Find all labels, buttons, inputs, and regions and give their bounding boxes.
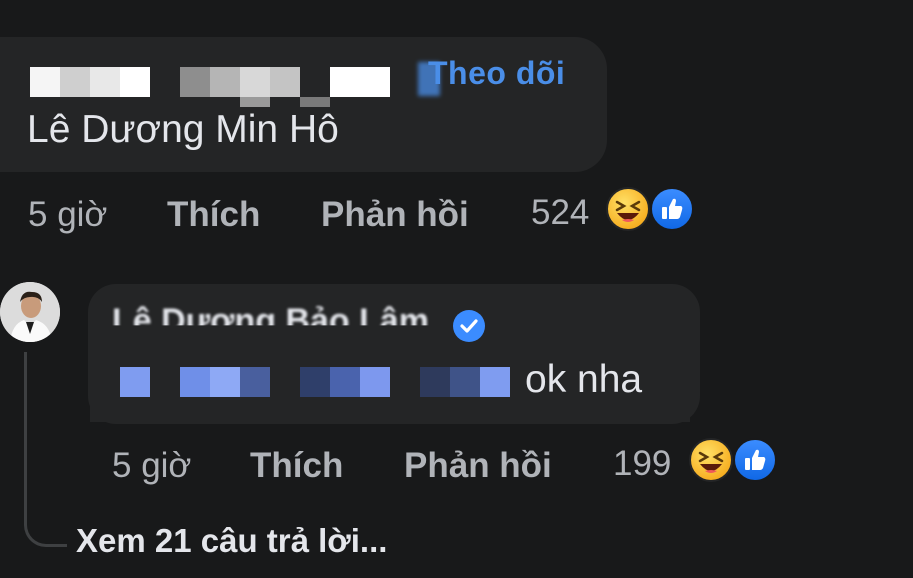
thread-connector <box>24 352 67 547</box>
avatar[interactable] <box>0 282 60 342</box>
reply-time[interactable]: 5 giờ <box>112 446 191 486</box>
comment-thread: Theo dõi Lê Dương Min Hô 5 giờ Thích Phả… <box>0 0 913 578</box>
comment-like-button[interactable]: Thích <box>167 195 260 235</box>
reply-text: ok nha <box>525 358 643 401</box>
verified-badge-icon <box>453 310 485 342</box>
like-icon[interactable] <box>733 438 777 482</box>
like-icon[interactable] <box>650 187 694 231</box>
follow-link[interactable]: Theo dõi <box>428 55 565 92</box>
reply-reply-button[interactable]: Phản hồi <box>404 446 552 486</box>
comment-reaction-count[interactable]: 524 <box>531 193 589 233</box>
reply-reaction-count[interactable]: 199 <box>613 444 671 484</box>
view-replies-link[interactable]: Xem 21 câu trả lời... <box>76 522 387 560</box>
comment-time[interactable]: 5 giờ <box>28 195 107 235</box>
comment-reply-button[interactable]: Phản hồi <box>321 195 469 235</box>
reply-like-button[interactable]: Thích <box>250 446 343 486</box>
haha-icon[interactable] <box>606 187 650 231</box>
haha-icon[interactable] <box>689 438 733 482</box>
comment-text: Lê Dương Min Hô <box>27 108 339 151</box>
